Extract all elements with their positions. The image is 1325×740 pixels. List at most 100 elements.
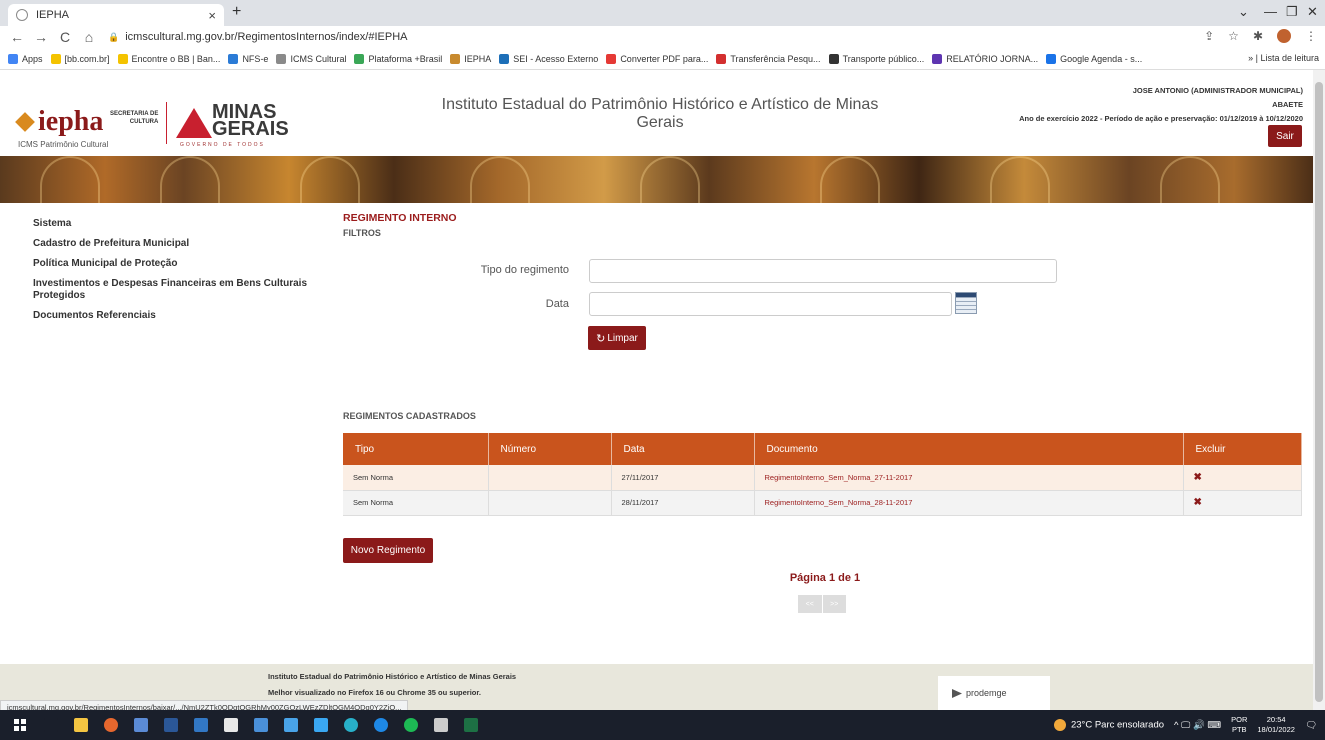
taskbar-chrome-icon[interactable] xyxy=(104,718,118,732)
bookmark-item[interactable]: NFS-e xyxy=(228,53,268,64)
new-tab-button[interactable]: + xyxy=(232,3,241,21)
bookmark-favicon-icon xyxy=(828,53,839,64)
col-data[interactable]: Data xyxy=(611,433,755,465)
minimize-button[interactable]: — xyxy=(1264,4,1277,19)
tab-bar: IEPHA × + ⌄ — ❐ ✕ xyxy=(0,0,1325,26)
home-button[interactable]: ⌂ xyxy=(82,29,96,45)
prev-page-button[interactable]: << xyxy=(798,595,822,613)
bookmark-item[interactable]: SEI - Acesso Externo xyxy=(499,53,599,64)
sidebar: Sistema Cadastro de Prefeitura Municipal… xyxy=(33,218,323,330)
profile-avatar[interactable] xyxy=(1277,29,1291,43)
bookmark-label: Transporte público... xyxy=(842,53,925,64)
bookmark-label: Google Agenda - s... xyxy=(1060,53,1143,64)
weather-text: 23°C Parc ensolarado xyxy=(1070,719,1165,731)
page-scrollbar[interactable] xyxy=(1313,70,1325,710)
extensions-icon[interactable]: ✱ xyxy=(1253,29,1263,43)
page-heading: REGIMENTO INTERNO xyxy=(343,212,457,224)
reload-button[interactable]: C xyxy=(58,29,72,45)
reading-list-button[interactable]: » | Lista de leitura xyxy=(1248,53,1319,63)
taskbar-explorer-icon[interactable] xyxy=(74,718,88,732)
tab-search-icon[interactable]: ⌄ xyxy=(1238,4,1249,20)
url-field[interactable]: 🔒 icmscultural.mg.gov.br/RegimentosInter… xyxy=(108,31,407,43)
taskbar-edge-icon[interactable] xyxy=(344,718,358,732)
sidebar-item-sistema[interactable]: Sistema xyxy=(33,218,323,230)
bookmark-label: SEI - Acesso Externo xyxy=(513,53,599,64)
prodemge-logo[interactable]: prodemge xyxy=(938,676,1050,710)
favicon-icon xyxy=(16,9,28,21)
footer-browser-note: Melhor visualizado no Firefox 16 ou Chro… xyxy=(268,688,481,697)
browser-tab[interactable]: IEPHA × xyxy=(8,4,224,26)
sidebar-item-cadastro-prefeitura[interactable]: Cadastro de Prefeitura Municipal xyxy=(33,238,323,250)
taskbar-files-icon[interactable] xyxy=(224,718,238,732)
col-numero[interactable]: Número xyxy=(488,433,612,465)
clock[interactable]: 20:54 18/01/2022 xyxy=(1257,715,1295,735)
forward-button[interactable]: → xyxy=(34,29,48,45)
taskbar-search-icon[interactable] xyxy=(44,718,58,732)
back-button[interactable]: ← xyxy=(10,29,24,45)
notification-icon[interactable]: 🗨 xyxy=(1305,720,1317,731)
bookmark-item[interactable]: Transporte público... xyxy=(828,53,925,64)
taskbar-settings-icon[interactable] xyxy=(434,718,448,732)
taskbar-calendar-icon[interactable] xyxy=(254,718,268,732)
bookmark-label: ICMS Cultural xyxy=(290,53,347,64)
bookmark-item[interactable]: Google Agenda - s... xyxy=(1046,53,1143,64)
col-tipo[interactable]: Tipo xyxy=(343,433,489,465)
calendar-icon[interactable] xyxy=(955,292,977,314)
bookmark-favicon-icon xyxy=(117,53,128,64)
windows-start-icon[interactable] xyxy=(14,719,26,731)
bookmark-item[interactable]: IEPHA xyxy=(450,53,491,64)
delete-icon[interactable]: ✖ xyxy=(1183,465,1302,491)
browser-menu-icon[interactable]: ⋮ xyxy=(1305,29,1317,43)
table-row: Sem Norma 28/11/2017 RegimentoInterno_Se… xyxy=(343,490,1302,516)
municipio: ABAETE xyxy=(1272,100,1303,109)
bookmark-favicon-icon xyxy=(606,53,617,64)
bookmark-item[interactable]: Plataforma +Brasil xyxy=(354,53,442,64)
tipo-regimento-input[interactable] xyxy=(589,259,1057,283)
taskbar-word-icon[interactable] xyxy=(164,718,178,732)
taskbar-spotify-icon[interactable] xyxy=(404,718,418,732)
taskbar-excel-icon[interactable] xyxy=(464,718,478,732)
bookmark-item[interactable]: Transferência Pesqu... xyxy=(716,53,821,64)
limpar-button[interactable]: ↻ Limpar xyxy=(588,326,646,350)
document-link[interactable]: RegimentoInterno_Sem_Norma_28-11-2017 xyxy=(754,490,1184,516)
bookmark-item[interactable]: [bb.com.br] xyxy=(50,53,110,64)
weather-widget[interactable]: 23°C Parc ensolarado xyxy=(1053,719,1165,731)
bookmark-item[interactable]: RELATÓRIO JORNA... xyxy=(932,53,1038,64)
close-window-button[interactable]: ✕ xyxy=(1307,4,1318,20)
taskbar-ie-icon[interactable] xyxy=(374,718,388,732)
windows-taskbar: 23°C Parc ensolarado ^ 🖵 🔊 ⌨ POR PTB 20:… xyxy=(0,710,1325,740)
bookmark-item[interactable]: ICMS Cultural xyxy=(276,53,347,64)
bookmark-favicon-icon xyxy=(228,53,239,64)
language-indicator[interactable]: POR PTB xyxy=(1231,715,1247,735)
sair-button[interactable]: Sair xyxy=(1268,125,1302,147)
sidebar-item-documentos-referenciais[interactable]: Documentos Referenciais xyxy=(33,310,323,322)
taskbar-store-icon[interactable] xyxy=(314,718,328,732)
logo-divider xyxy=(166,102,167,144)
document-link[interactable]: RegimentoInterno_Sem_Norma_27-11-2017 xyxy=(754,465,1184,491)
delete-icon[interactable]: ✖ xyxy=(1183,490,1302,516)
taskbar-edge-old-icon[interactable] xyxy=(194,718,208,732)
sidebar-item-politica-municipal[interactable]: Política Municipal de Proteção xyxy=(33,258,323,270)
cell-data: 27/11/2017 xyxy=(611,465,755,491)
iepha-logo[interactable]: iepha ICMS Patrimônio Cultural SECRETARI… xyxy=(18,96,289,154)
data-input[interactable] xyxy=(589,292,952,316)
col-excluir: Excluir xyxy=(1183,433,1302,465)
scrollbar-thumb[interactable] xyxy=(1315,82,1323,702)
bookmark-favicon-icon xyxy=(499,53,510,64)
bookmark-item[interactable]: Apps xyxy=(8,53,43,64)
bookmark-item[interactable]: Encontre o BB | Ban... xyxy=(117,53,220,64)
bookmark-label: [bb.com.br] xyxy=(64,53,110,64)
maximize-button[interactable]: ❐ xyxy=(1286,4,1298,20)
filters-heading: FILTROS xyxy=(343,228,381,238)
tray-icons[interactable]: ^ 🖵 🔊 ⌨ xyxy=(1174,720,1221,731)
tab-close-icon[interactable]: × xyxy=(208,8,216,23)
bookmark-item[interactable]: Converter PDF para... xyxy=(606,53,708,64)
col-documento[interactable]: Documento xyxy=(754,433,1184,465)
next-page-button[interactable]: >> xyxy=(821,595,847,613)
share-icon[interactable]: ⇪ xyxy=(1204,29,1214,43)
taskbar-app-blue-icon[interactable] xyxy=(134,718,148,732)
bookmark-star-icon[interactable]: ☆ xyxy=(1228,29,1239,43)
sidebar-item-investimentos[interactable]: Investimentos e Despesas Financeiras em … xyxy=(33,278,323,302)
novo-regimento-button[interactable]: Novo Regimento xyxy=(343,538,433,563)
taskbar-paint-icon[interactable] xyxy=(284,718,298,732)
